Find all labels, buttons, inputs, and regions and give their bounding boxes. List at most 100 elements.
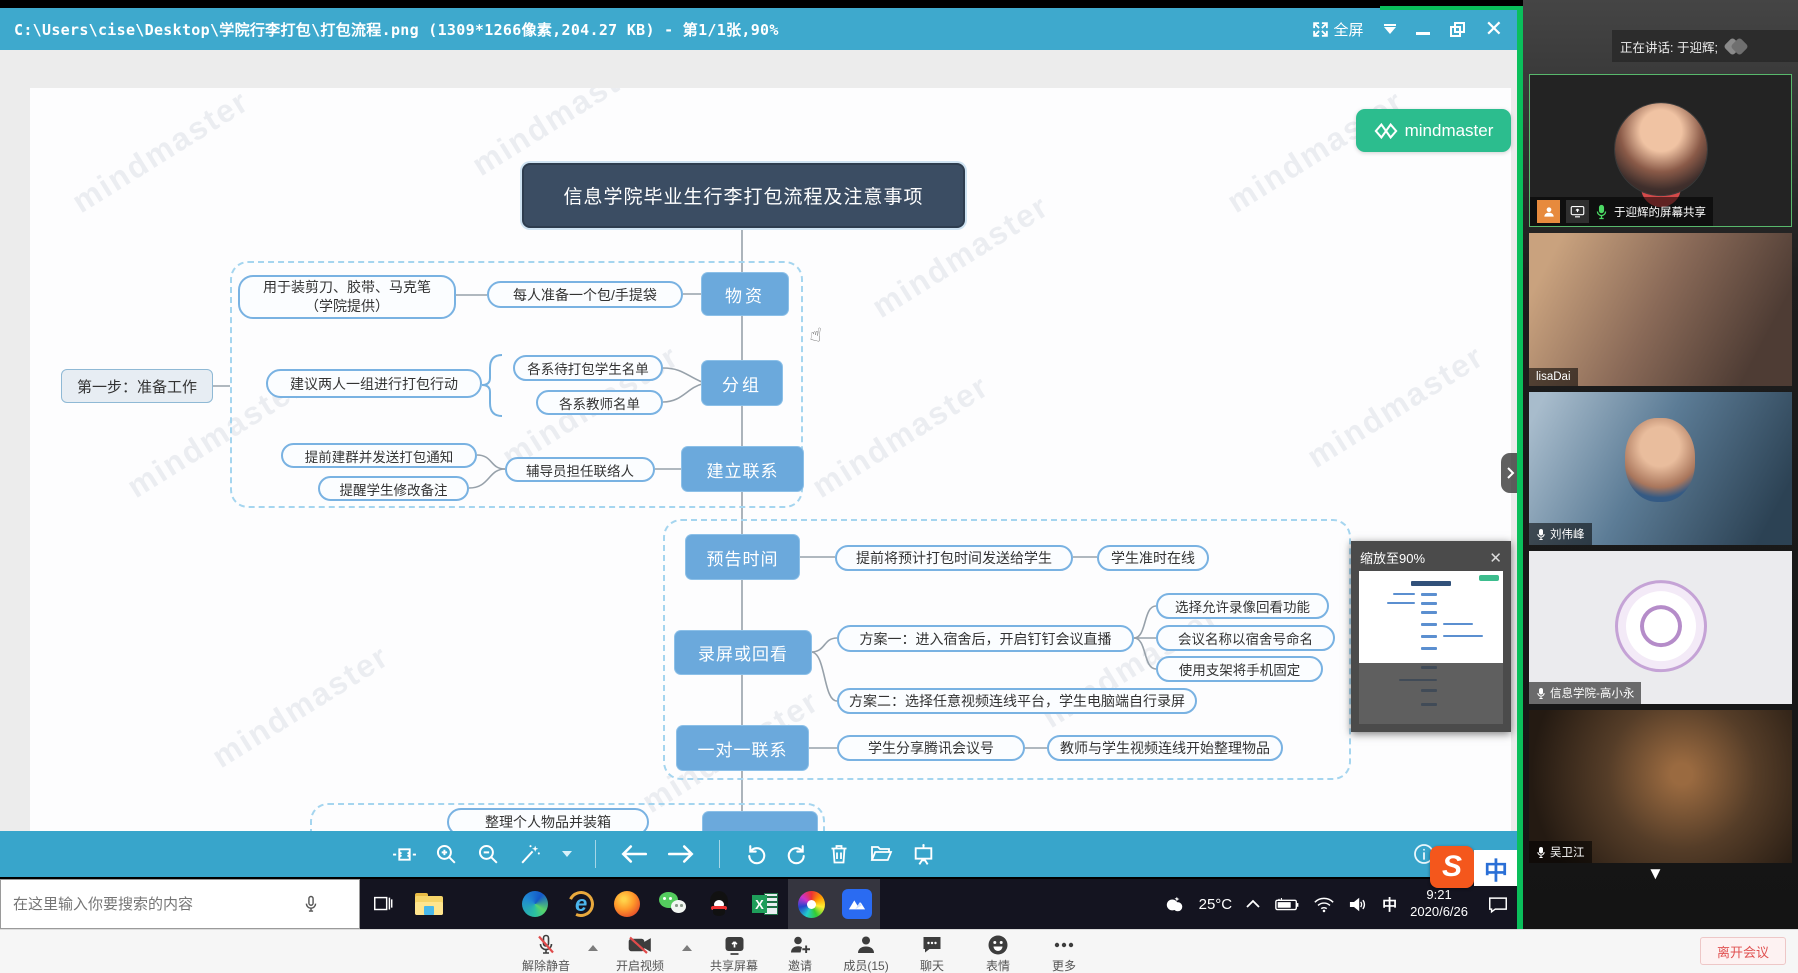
folder-open-icon[interactable]: [868, 842, 894, 866]
wifi-icon[interactable]: [1313, 896, 1335, 913]
mindmap-node-pair[interactable]: 建议两人一组进行打包行动: [266, 369, 482, 398]
mindmap-node-one2one[interactable]: 一对一联系: [677, 726, 808, 770]
meeting-toolbar: 解除静音 开启视频 共享屏幕 邀请 成员(15) 聊天: [0, 929, 1798, 973]
wechat-icon[interactable]: [650, 879, 696, 929]
participant-name: 吴卫江: [1550, 844, 1585, 860]
members-icon: [854, 933, 878, 957]
mindmap-node-counselor[interactable]: 辅导员担任联络人: [505, 457, 655, 482]
mindmap-central-topic[interactable]: 信息学院毕业生行李打包流程及注意事项: [522, 163, 965, 228]
temperature-label[interactable]: 25°C: [1199, 896, 1233, 913]
mindmap-node-tools[interactable]: 用于装剪刀、胶带、马克笔 （学院提供）: [238, 275, 456, 319]
undo-icon[interactable]: [743, 842, 768, 867]
chat-icon: [920, 933, 944, 957]
mindmap-node-send-time[interactable]: 提前将预计打包时间发送给学生: [835, 545, 1073, 571]
mindmap-node-teacher-list[interactable]: 各系教师名单: [536, 390, 663, 415]
participant-tile[interactable]: lisaDai: [1529, 233, 1792, 386]
fit-screen-icon[interactable]: [392, 842, 417, 867]
redo-icon[interactable]: [785, 842, 810, 867]
avatar: [1615, 103, 1707, 195]
excel-icon[interactable]: X: [742, 879, 788, 929]
taskbar-clock[interactable]: 9:21 2020/6/26: [1410, 887, 1468, 921]
mindmap-node-group-notice[interactable]: 提前建群并发送打包通知: [281, 443, 477, 468]
file-path-title: C:\Users\cise\Desktop\学院行李打包\打包流程.png (1…: [0, 19, 779, 40]
slideshow-icon[interactable]: [911, 842, 936, 867]
photo-viewer-icon[interactable]: [788, 879, 834, 929]
participant-tile[interactable]: 吴卫江: [1529, 710, 1792, 863]
unmute-button[interactable]: 解除静音: [522, 933, 570, 973]
participant-tile[interactable]: 信息学院-高小永: [1529, 551, 1792, 704]
share-screen-button[interactable]: 共享屏幕: [710, 933, 758, 973]
meeting-app-icon[interactable]: [834, 879, 880, 929]
map-thumbnail[interactable]: [1359, 571, 1503, 724]
participant-tile[interactable]: 刘伟峰: [1529, 392, 1792, 545]
chinese-mode-icon[interactable]: 中: [1474, 850, 1518, 886]
mindmap-node-video-pack[interactable]: 教师与学生视频连线开始整理物品: [1047, 735, 1283, 761]
mindmap-node-grouping[interactable]: 分组: [702, 361, 782, 405]
time-label: 9:21: [1426, 887, 1451, 904]
battery-icon[interactable]: [1274, 896, 1300, 912]
mindmap-node-plan2[interactable]: 方案二：选择任意视频连线平台，学生电脑端自行录屏: [837, 688, 1197, 714]
zoom-in-icon[interactable]: [434, 842, 459, 867]
face: [1625, 418, 1695, 502]
scroll-more-chevron-icon[interactable]: ▼: [1647, 864, 1664, 884]
task-view-icon[interactable]: [360, 879, 406, 929]
mindmaster-icon: [1374, 121, 1398, 141]
weather-icon[interactable]: [1164, 894, 1186, 914]
mindmap-node-online[interactable]: 学生准时在线: [1097, 545, 1209, 571]
zoom-out-icon[interactable]: [476, 842, 501, 867]
mindmap-node-remind[interactable]: 提醒学生修改备注: [318, 476, 469, 501]
video-options-icon[interactable]: [682, 945, 692, 951]
close-button[interactable]: ✕: [1485, 18, 1503, 40]
restore-button[interactable]: [1450, 22, 1465, 37]
chevron-up-icon[interactable]: [1245, 898, 1261, 910]
panel-collapse-handle[interactable]: [1501, 453, 1518, 493]
mindmap-node-student-list[interactable]: 各系待打包学生名单: [513, 355, 663, 381]
mindmap-node-phone-mount[interactable]: 使用支架将手机固定: [1156, 656, 1323, 682]
file-explorer-icon[interactable]: [406, 879, 452, 929]
firefox-icon[interactable]: [604, 879, 650, 929]
mindmap-node-share-id[interactable]: 学生分享腾讯会议号: [837, 735, 1025, 761]
ime-indicator[interactable]: 中: [1382, 894, 1397, 915]
mindmap-node-pack-partial[interactable]: 整理个人物品并装箱: [447, 808, 649, 831]
mic-options-icon[interactable]: [588, 945, 598, 951]
mindmap-node-notice-time[interactable]: 预告时间: [686, 535, 799, 579]
emoji-button[interactable]: 表情: [974, 933, 1022, 973]
mindmap-node-bag[interactable]: 每人准备一个包/手提袋: [487, 281, 683, 308]
back-arrow-icon[interactable]: [619, 841, 649, 867]
fullscreen-button[interactable]: 全屏: [1312, 19, 1364, 40]
taskbar-search[interactable]: [0, 879, 360, 929]
wand-dropdown-icon[interactable]: [562, 851, 572, 857]
avatar: [1615, 580, 1707, 672]
chat-button[interactable]: 聊天: [908, 933, 956, 973]
leave-meeting-button[interactable]: 离开会议: [1700, 937, 1786, 965]
mindmap-node-record[interactable]: 录屏或回看: [675, 631, 811, 674]
qq-icon[interactable]: [696, 879, 742, 929]
edge-icon[interactable]: [512, 879, 558, 929]
microphone-icon[interactable]: [301, 893, 321, 915]
speaking-indicator: 正在讲话: 于迎辉;: [1612, 30, 1798, 62]
delete-icon[interactable]: [827, 842, 851, 866]
magic-wand-icon[interactable]: [518, 842, 543, 867]
mindmap-node-allow-replay[interactable]: 选择允许录像回看功能: [1156, 593, 1329, 619]
mindmap-node-contact[interactable]: 建立联系: [682, 447, 803, 491]
sogou-input-icon[interactable]: S: [1430, 846, 1474, 888]
dropdown-pin-button[interactable]: [1384, 24, 1396, 34]
search-input[interactable]: [1, 895, 301, 914]
start-video-button[interactable]: 开启视频: [616, 933, 664, 973]
close-icon[interactable]: ✕: [1489, 549, 1502, 567]
minimize-button[interactable]: [1416, 32, 1430, 35]
ie-icon[interactable]: e: [558, 879, 604, 929]
mindmap-node-supplies[interactable]: 物资: [702, 273, 788, 315]
more-button[interactable]: 更多: [1040, 933, 1088, 973]
mindmap-node-meeting-name[interactable]: 会议名称以宿舍号命名: [1156, 625, 1335, 651]
mic-icon: [1536, 528, 1546, 541]
invite-button[interactable]: 邀请: [776, 933, 824, 973]
speaker-icon[interactable]: [1348, 896, 1369, 913]
mindmap-node-partial-box[interactable]: [703, 812, 817, 831]
notification-icon[interactable]: [1487, 895, 1509, 914]
forward-arrow-icon[interactable]: [666, 841, 696, 867]
participant-tile[interactable]: 于迎辉的屏幕共享: [1529, 74, 1792, 227]
members-button[interactable]: 成员(15): [842, 933, 890, 973]
mindmap-node-plan1[interactable]: 方案一：进入宿舍后，开启钉钉会议直播: [837, 625, 1134, 652]
mindmap-step1-label[interactable]: 第一步：准备工作: [61, 369, 213, 403]
